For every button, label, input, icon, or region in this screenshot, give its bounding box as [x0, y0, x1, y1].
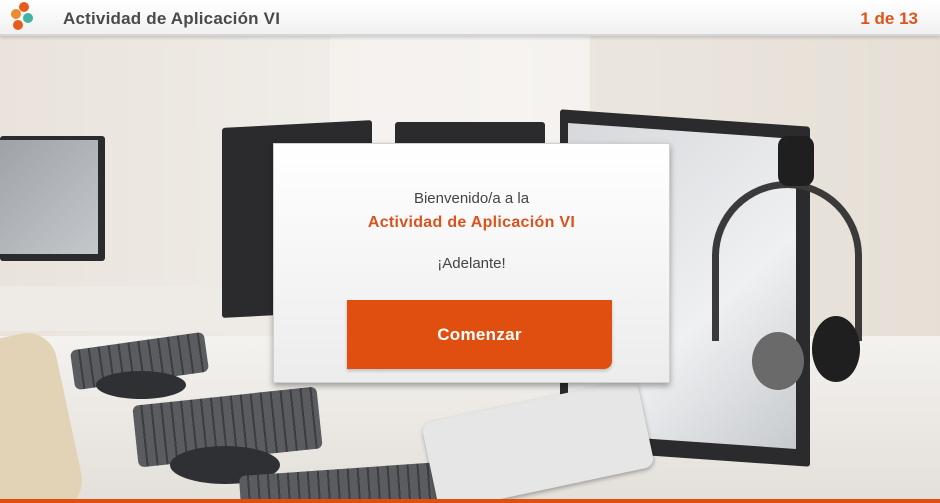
- course-title: Actividad de Aplicación VI: [63, 9, 281, 28]
- page-counter: 1 de 13: [860, 9, 918, 28]
- start-button[interactable]: Comenzar: [347, 300, 612, 369]
- bottom-accent-line: [0, 499, 940, 503]
- four-dot-logo-icon: [10, 2, 36, 32]
- top-bar: Actividad de Aplicación VI 1 de 13: [0, 0, 940, 36]
- welcome-text: Bienvenido/a a la: [413, 190, 530, 207]
- encouragement-text: ¡Adelante!: [437, 255, 506, 272]
- welcome-card: Bienvenido/a a la Actividad de Aplicació…: [273, 143, 670, 383]
- activity-name: Actividad de Aplicación VI: [367, 214, 576, 231]
